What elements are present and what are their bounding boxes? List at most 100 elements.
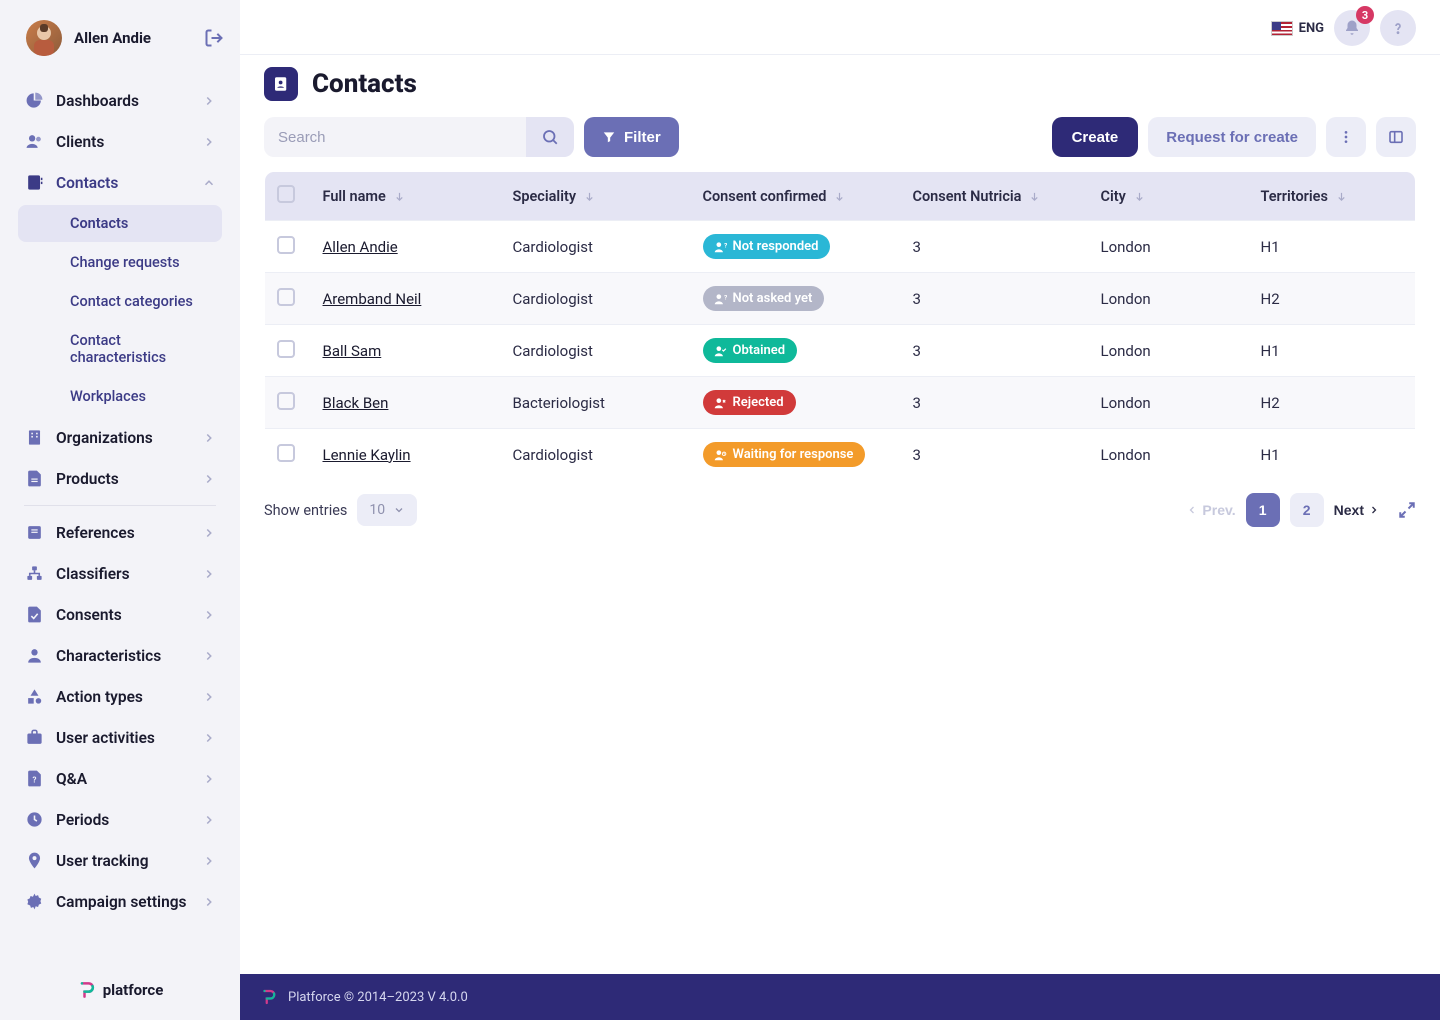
sidebar-item-label: Consents — [56, 606, 122, 624]
sort-down-icon — [834, 191, 845, 202]
sidebar-item-label: Periods — [56, 811, 109, 829]
logout-icon[interactable] — [204, 28, 224, 48]
sidebar-sub-item-contact-categories[interactable]: Contact categories — [18, 283, 222, 320]
sort-down-icon — [584, 191, 595, 202]
speciality-cell: Cardiologist — [501, 221, 691, 273]
row-checkbox[interactable] — [277, 288, 295, 306]
column-header-full-name[interactable]: Full name — [311, 172, 501, 221]
page-1-button[interactable]: 1 — [1246, 493, 1280, 527]
sidebar-item-q&a[interactable]: ? Q&A — [10, 758, 230, 799]
consent-icon: ? — [713, 240, 727, 254]
city-cell: London — [1089, 429, 1249, 481]
column-label: Consent confirmed — [703, 188, 827, 205]
row-checkbox[interactable] — [277, 444, 295, 462]
next-button[interactable]: Next — [1334, 493, 1380, 527]
row-checkbox[interactable] — [277, 392, 295, 410]
column-header-consent-confirmed[interactable]: Consent confirmed — [691, 172, 901, 221]
pagination: Prev. 12 Next — [1186, 493, 1380, 527]
sidebar-item-organizations[interactable]: Organizations — [10, 417, 230, 458]
speciality-cell: Cardiologist — [501, 325, 691, 377]
contact-name-link[interactable]: Lennie Kaylin — [323, 446, 411, 464]
column-header-city[interactable]: City — [1089, 172, 1249, 221]
column-header-consent-nutricia[interactable]: Consent Nutricia — [901, 172, 1089, 221]
chevron-down-icon — [393, 504, 405, 516]
sidebar-item-user-tracking[interactable]: User tracking — [10, 840, 230, 881]
page-2-button[interactable]: 2 — [1290, 493, 1324, 527]
sidebar-item-label: Q&A — [56, 770, 87, 788]
language-selector[interactable]: ENG — [1271, 21, 1324, 36]
sidebar-item-action-types[interactable]: Action types — [10, 676, 230, 717]
svg-text:?: ? — [724, 293, 727, 301]
sidebar-item-references[interactable]: References — [10, 512, 230, 553]
more-actions-button[interactable] — [1326, 117, 1366, 157]
table-row: Allen AndieCardiologist?Not responded3Lo… — [265, 221, 1416, 273]
speciality-cell: Cardiologist — [501, 429, 691, 481]
column-header-speciality[interactable]: Speciality — [501, 172, 691, 221]
column-label: Consent Nutricia — [913, 188, 1022, 205]
notifications-button[interactable]: 3 — [1334, 10, 1370, 46]
contact-name-link[interactable]: Aremband Neil — [323, 290, 422, 308]
nutricia-cell: 3 — [901, 377, 1089, 429]
pie-icon — [24, 91, 44, 110]
contact-name-link[interactable]: Black Ben — [323, 394, 389, 412]
city-cell: London — [1089, 377, 1249, 429]
sidebar-item-dashboards[interactable]: Dashboards — [10, 80, 230, 121]
select-all-checkbox[interactable] — [277, 185, 295, 203]
sidebar-sub-item-contacts[interactable]: Contacts — [18, 205, 222, 242]
create-button[interactable]: Create — [1052, 117, 1139, 157]
sidebar-item-label: Dashboards — [56, 92, 139, 110]
sidebar-sub-item-change-requests[interactable]: Change requests — [18, 244, 222, 281]
contact-name-link[interactable]: Ball Sam — [323, 342, 382, 360]
sidebar-item-products[interactable]: Products — [10, 458, 230, 499]
page-size-value: 10 — [369, 502, 385, 518]
row-checkbox[interactable] — [277, 340, 295, 358]
filter-button[interactable]: Filter — [584, 117, 679, 157]
qa-icon: ? — [24, 769, 44, 788]
prev-button[interactable]: Prev. — [1186, 493, 1235, 527]
book-icon — [24, 523, 44, 542]
sidebar-item-clients[interactable]: Clients — [10, 121, 230, 162]
table-footer: Show entries 10 Prev. 12 Next — [240, 481, 1440, 527]
sidebar-item-consents[interactable]: Consents — [10, 594, 230, 635]
chevron-right-icon — [202, 135, 216, 149]
nutricia-cell: 3 — [901, 429, 1089, 481]
chevron-right-icon — [202, 649, 216, 663]
city-cell: London — [1089, 325, 1249, 377]
svg-text:?: ? — [32, 775, 36, 784]
sidebar-item-characteristics[interactable]: Characteristics — [10, 635, 230, 676]
consent-badge: ?Not responded — [703, 234, 831, 259]
user-row: Allen Andie — [0, 0, 240, 72]
sidebar-item-user-activities[interactable]: User activities — [10, 717, 230, 758]
sidebar-item-classifiers[interactable]: Classifiers — [10, 553, 230, 594]
sidebar-item-periods[interactable]: Periods — [10, 799, 230, 840]
brand-text: platforce — [103, 981, 164, 999]
columns-button[interactable] — [1376, 117, 1416, 157]
nutricia-cell: 3 — [901, 273, 1089, 325]
column-header-territories[interactable]: Territories — [1249, 172, 1416, 221]
page-size-select[interactable]: 10 — [357, 494, 417, 526]
sidebar-sub-item-workplaces[interactable]: Workplaces — [18, 378, 222, 415]
territories-cell: H1 — [1249, 429, 1416, 481]
contact-name-link[interactable]: Allen Andie — [323, 238, 398, 256]
shapes-icon — [24, 687, 44, 706]
sidebar-item-label: Contacts — [56, 174, 118, 192]
territories-cell: H1 — [1249, 221, 1416, 273]
help-button[interactable] — [1380, 10, 1416, 46]
gear-icon — [24, 892, 44, 911]
search-input[interactable] — [264, 117, 526, 157]
search-button[interactable] — [526, 117, 574, 157]
chevron-right-icon — [202, 895, 216, 909]
chevron-right-icon — [202, 690, 216, 704]
sidebar-item-contacts[interactable]: Contacts — [10, 162, 230, 203]
request-create-button[interactable]: Request for create — [1148, 117, 1316, 157]
avatar[interactable] — [26, 20, 62, 56]
row-checkbox[interactable] — [277, 236, 295, 254]
sort-down-icon — [1336, 191, 1347, 202]
footer-text: Platforce © 2014–2023 V 4.0.0 — [288, 990, 468, 1005]
show-entries-label: Show entries — [264, 502, 347, 519]
expand-icon[interactable] — [1398, 501, 1416, 519]
consent-label: Obtained — [733, 343, 786, 358]
sidebar-item-campaign-settings[interactable]: Campaign settings — [10, 881, 230, 922]
sidebar-sub-item-contact-characteristics[interactable]: Contact characteristics — [18, 322, 222, 376]
sort-down-icon — [1029, 191, 1040, 202]
